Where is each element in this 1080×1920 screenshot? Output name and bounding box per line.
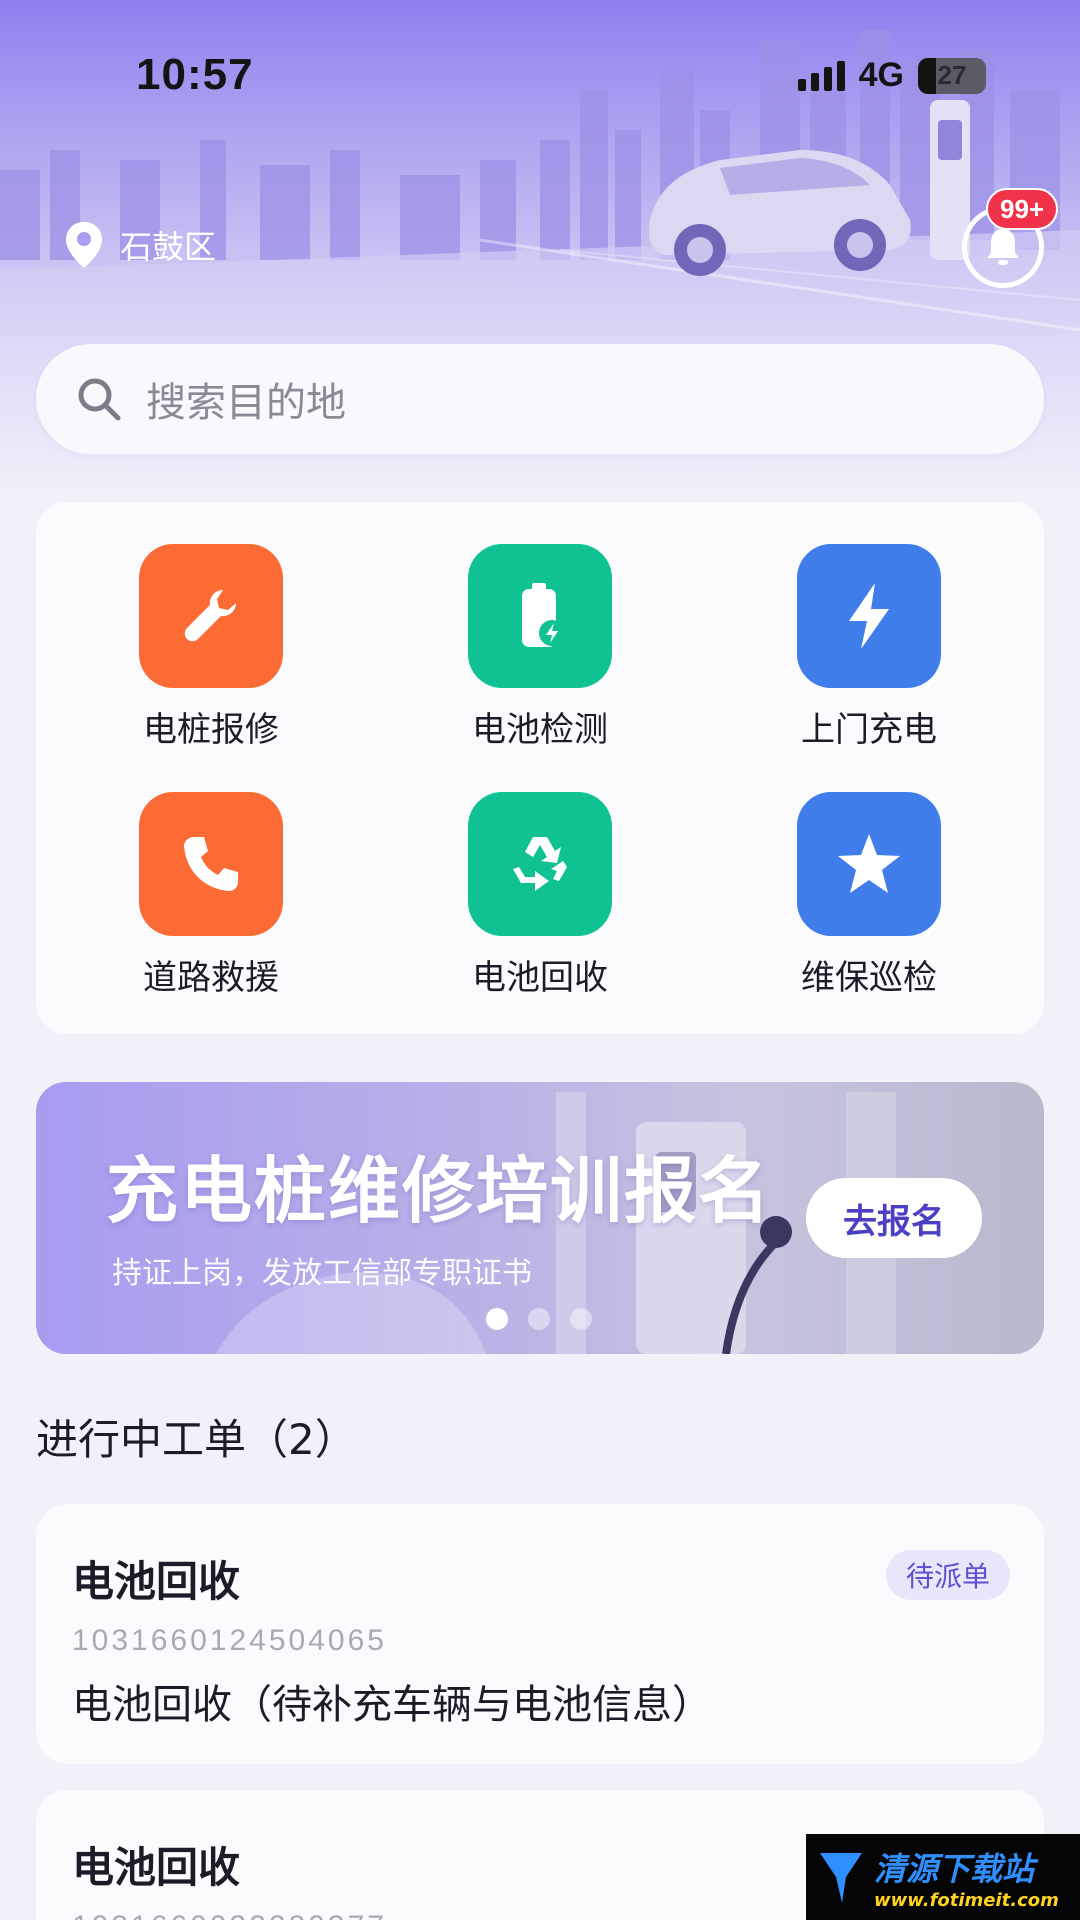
service-maintenance-inspection[interactable]: 维保巡检 (769, 792, 969, 999)
service-battery-recycle[interactable]: 电池回收 (440, 792, 640, 999)
carousel-dot-active[interactable] (486, 1308, 508, 1330)
search-icon (78, 378, 121, 421)
banner-signup-button[interactable]: 去报名 (806, 1178, 982, 1258)
battery-charge-icon (468, 544, 612, 688)
order-title: 电池回收 (72, 1557, 241, 1606)
orders-section-title: 进行中工单（2） (36, 1415, 357, 1464)
battery-icon: 27 (918, 57, 986, 94)
notification-badge: 99+ (986, 188, 1059, 230)
service-label: 上门充电 (801, 710, 937, 750)
carousel-dot[interactable] (570, 1308, 592, 1330)
service-grid: 电桩报修 电池检测 上门充电 道路救援 电池回收 维保巡检 (36, 502, 1044, 1034)
status-indicators: 4G 27 (797, 56, 986, 95)
site-watermark: 清源下载站 www.fotimeit.com (806, 1834, 1080, 1920)
bell-icon (987, 229, 1019, 265)
service-home-charging[interactable]: 上门充电 (769, 544, 969, 751)
order-description: 电池回收（待补充车辆与电池信息） (72, 1682, 712, 1728)
watermark-name: 清源下载站 (874, 1849, 1035, 1888)
wrench-icon (139, 544, 283, 688)
banner-title: 充电桩维修培训报名 (106, 1149, 773, 1233)
service-battery-test[interactable]: 电池检测 (440, 544, 640, 751)
search-bar[interactable]: 搜索目的地 (36, 344, 1044, 454)
watermark-logo-icon (820, 1853, 862, 1903)
star-icon (797, 792, 941, 936)
order-title: 电池回收 (72, 1843, 241, 1892)
service-label: 道路救援 (143, 958, 279, 998)
promo-banner[interactable]: 充电桩维修培训报名 持证上岗，发放工信部专职证书 去报名 (36, 1082, 1044, 1354)
location-selector[interactable]: 石鼓区 (64, 220, 216, 270)
order-card[interactable]: 电池回收 待派单 1031660124504065 电池回收（待补充车辆与电池信… (36, 1504, 1044, 1764)
carousel-indicator (486, 1308, 592, 1330)
service-road-rescue[interactable]: 道路救援 (111, 792, 311, 999)
search-placeholder: 搜索目的地 (146, 380, 346, 426)
network-type: 4G (858, 56, 904, 94)
service-pile-repair[interactable]: 电桩报修 (111, 544, 311, 751)
order-status-badge: 待派单 (885, 1550, 1010, 1600)
banner-subtitle: 持证上岗，发放工信部专职证书 (112, 1256, 532, 1291)
order-number: 1031660124504065 (72, 1624, 387, 1657)
carousel-dot[interactable] (528, 1308, 550, 1330)
location-label: 石鼓区 (120, 228, 217, 266)
watermark-url: www.fotimeit.com (874, 1889, 1059, 1911)
phone-icon (139, 792, 283, 936)
service-label: 维保巡检 (801, 958, 937, 998)
recycle-icon (468, 792, 612, 936)
signal-icon (797, 60, 845, 91)
service-label: 电桩报修 (143, 710, 279, 750)
battery-level: 27 (937, 60, 967, 90)
location-pin-icon (66, 222, 102, 268)
service-label: 电池回收 (472, 958, 608, 998)
order-number: 1031660032229377 (72, 1910, 387, 1920)
lightning-icon (797, 544, 941, 688)
status-time: 10:57 (136, 50, 254, 99)
service-label: 电池检测 (472, 710, 608, 750)
